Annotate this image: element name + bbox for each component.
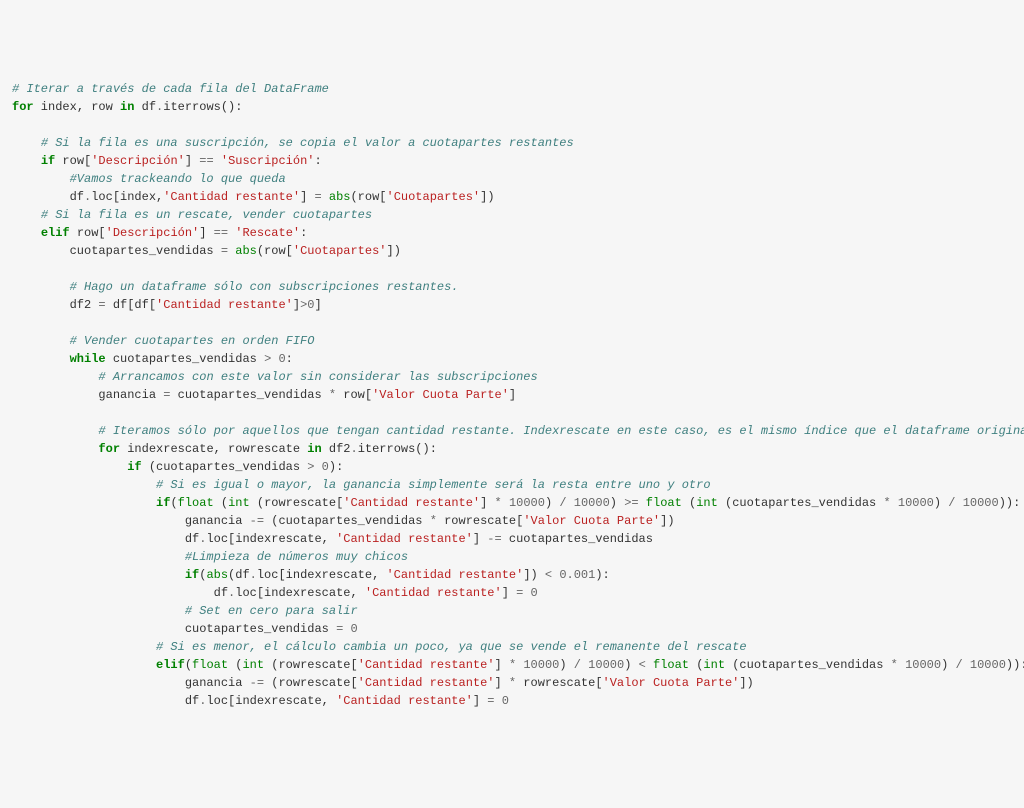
builtin: int (228, 496, 250, 510)
code-line: df.loc[indexrescate, 'Cantidad restante'… (12, 584, 1012, 602)
string: 'Cantidad restante' (358, 676, 495, 690)
code-line: ganancia = cuotapartes_vendidas * row['V… (12, 386, 1012, 404)
builtin: float (653, 658, 689, 672)
comment: # Iteramos sólo por aquellos que tengan … (98, 424, 1024, 438)
string: 'Valor Cuota Parte' (523, 514, 660, 528)
comment: #Limpieza de números muy chicos (185, 550, 408, 564)
code-line: if(float (int (rowrescate['Cantidad rest… (12, 494, 1012, 512)
code-line: df.loc[indexrescate, 'Cantidad restante'… (12, 692, 1012, 710)
string: 'Cantidad restante' (336, 694, 473, 708)
comment: # Vender cuotapartes en orden FIFO (70, 334, 315, 348)
code-line (12, 314, 1012, 332)
code-line: # Set en cero para salir (12, 602, 1012, 620)
string: 'Cantidad restante' (163, 190, 300, 204)
comment: # Si es menor, el cálculo cambia un poco… (156, 640, 747, 654)
keyword-if: if (156, 496, 170, 510)
builtin: float (192, 658, 228, 672)
code-line: # Iterar a través de cada fila del DataF… (12, 80, 1012, 98)
string: 'Cantidad restante' (358, 658, 495, 672)
code-line: cuotapartes_vendidas = abs(row['Cuotapar… (12, 242, 1012, 260)
keyword-for: for (98, 442, 120, 456)
code-line: for index, row in df.iterrows(): (12, 98, 1012, 116)
code-block: # Iterar a través de cada fila del DataF… (12, 80, 1012, 710)
keyword-in: in (307, 442, 321, 456)
code-line: #Vamos trackeando lo que queda (12, 170, 1012, 188)
code-line: df2 = df[df['Cantidad restante']>0] (12, 296, 1012, 314)
string: 'Descripción' (91, 154, 185, 168)
string: 'Descripción' (106, 226, 200, 240)
code-line: while cuotapartes_vendidas > 0: (12, 350, 1012, 368)
string: 'Valor Cuota Parte' (372, 388, 509, 402)
builtin: float (178, 496, 214, 510)
code-line: ganancia -= (rowrescate['Cantidad restan… (12, 674, 1012, 692)
comment: # Si la fila es una suscripción, se copi… (41, 136, 574, 150)
code-line (12, 404, 1012, 422)
builtin: abs (235, 244, 257, 258)
code-line: # Si es menor, el cálculo cambia un poco… (12, 638, 1012, 656)
string: 'Valor Cuota Parte' (603, 676, 740, 690)
code-line: # Arrancamos con este valor sin consider… (12, 368, 1012, 386)
string: 'Cantidad restante' (156, 298, 293, 312)
code-line: # Iteramos sólo por aquellos que tengan … (12, 422, 1012, 440)
code-line: # Si es igual o mayor, la ganancia simpl… (12, 476, 1012, 494)
string: 'Cantidad restante' (343, 496, 480, 510)
keyword-if: if (127, 460, 141, 474)
comment: # Si es igual o mayor, la ganancia simpl… (156, 478, 711, 492)
code-line: # Si la fila es un rescate, vender cuota… (12, 206, 1012, 224)
code-line: if(abs(df.loc[indexrescate, 'Cantidad re… (12, 566, 1012, 584)
string: 'Rescate' (235, 226, 300, 240)
code-line: ganancia -= (cuotapartes_vendidas * rowr… (12, 512, 1012, 530)
comment: # Iterar a través de cada fila del DataF… (12, 82, 329, 96)
code-line: df.loc[index,'Cantidad restante'] = abs(… (12, 188, 1012, 206)
code-line: if (cuotapartes_vendidas > 0): (12, 458, 1012, 476)
keyword-in: in (120, 100, 134, 114)
code-line: if row['Descripción'] == 'Suscripción': (12, 152, 1012, 170)
code-line: #Limpieza de números muy chicos (12, 548, 1012, 566)
code-line: # Hago un dataframe sólo con subscripcio… (12, 278, 1012, 296)
keyword-if: if (41, 154, 55, 168)
string: 'Cuotapartes' (387, 190, 481, 204)
builtin: float (646, 496, 682, 510)
comment: # Arrancamos con este valor sin consider… (98, 370, 537, 384)
code-line (12, 260, 1012, 278)
comment: # Set en cero para salir (185, 604, 358, 618)
code-line: # Vender cuotapartes en orden FIFO (12, 332, 1012, 350)
code-line: for indexrescate, rowrescate in df2.iter… (12, 440, 1012, 458)
code-line: elif row['Descripción'] == 'Rescate': (12, 224, 1012, 242)
string: 'Cuotapartes' (293, 244, 387, 258)
code-line: df.loc[indexrescate, 'Cantidad restante'… (12, 530, 1012, 548)
comment: #Vamos trackeando lo que queda (70, 172, 286, 186)
builtin: abs (206, 568, 228, 582)
comment: # Si la fila es un rescate, vender cuota… (41, 208, 372, 222)
builtin: abs (329, 190, 351, 204)
code-line: cuotapartes_vendidas = 0 (12, 620, 1012, 638)
builtin: int (703, 658, 725, 672)
keyword-while: while (70, 352, 106, 366)
string: 'Cantidad restante' (336, 532, 473, 546)
builtin: int (696, 496, 718, 510)
keyword-if: if (185, 568, 199, 582)
comment: # Hago un dataframe sólo con subscripcio… (70, 280, 459, 294)
string: 'Cantidad restante' (386, 568, 523, 582)
string: 'Suscripción' (221, 154, 315, 168)
code-line (12, 116, 1012, 134)
keyword-elif: elif (156, 658, 185, 672)
code-line: # Si la fila es una suscripción, se copi… (12, 134, 1012, 152)
builtin: int (242, 658, 264, 672)
keyword-elif: elif (41, 226, 70, 240)
string: 'Cantidad restante' (365, 586, 502, 600)
code-line: elif(float (int (rowrescate['Cantidad re… (12, 656, 1012, 674)
keyword-for: for (12, 100, 34, 114)
